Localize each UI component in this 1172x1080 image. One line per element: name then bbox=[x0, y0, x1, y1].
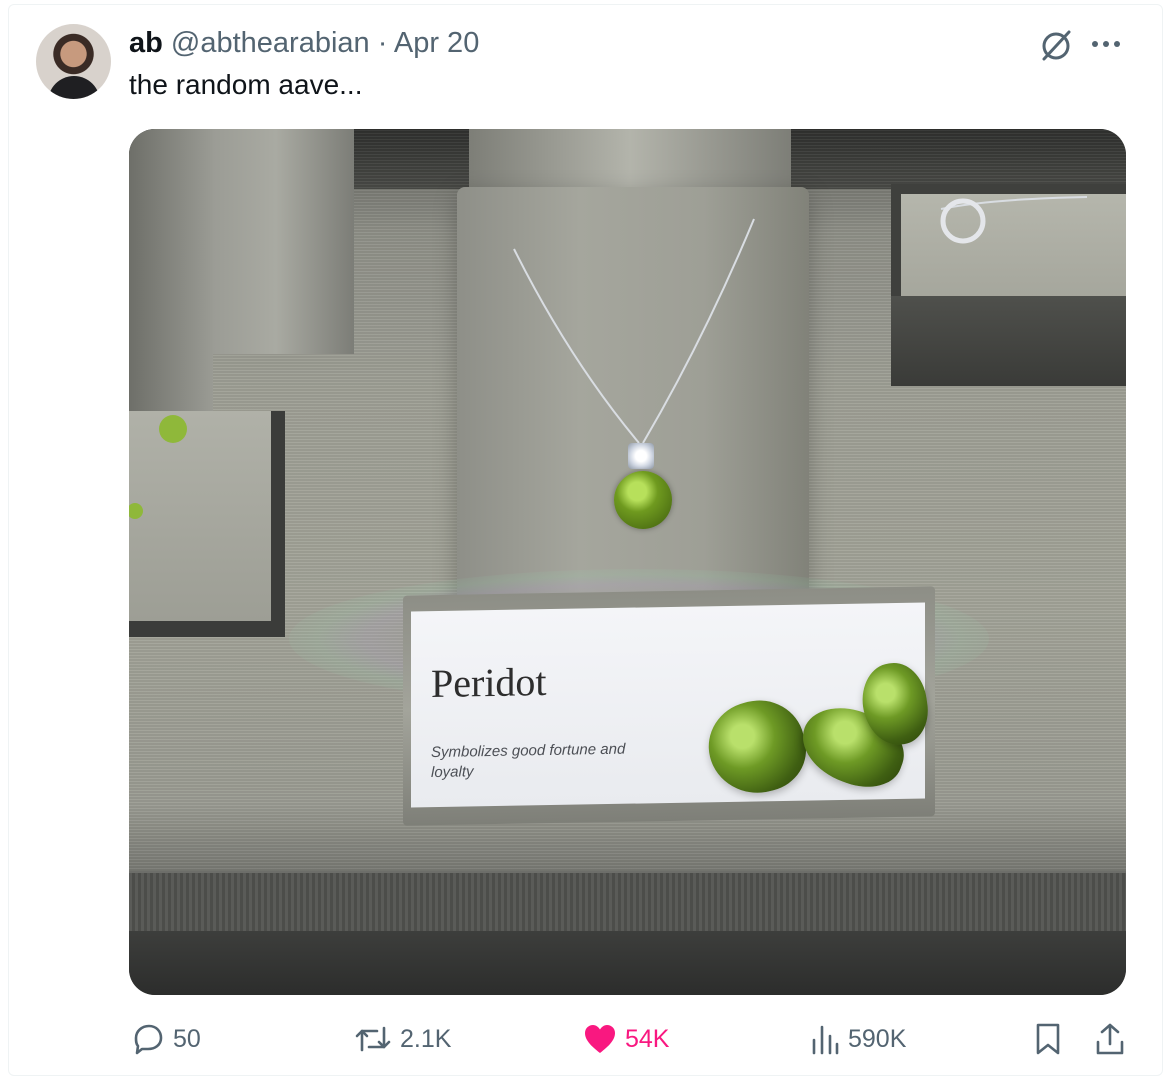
display-name[interactable]: ab bbox=[129, 27, 163, 59]
more-icon[interactable] bbox=[1088, 30, 1124, 58]
heart-filled-icon bbox=[583, 1023, 617, 1055]
peridot-pendant bbox=[614, 471, 672, 529]
bookmark-icon bbox=[1034, 1022, 1062, 1056]
share-icon bbox=[1094, 1022, 1126, 1056]
necklace-chain bbox=[129, 196, 1088, 519]
repost-button[interactable]: 2.1K bbox=[354, 1014, 451, 1064]
counter-edge bbox=[129, 871, 1126, 933]
like-button[interactable]: 54K bbox=[583, 1014, 669, 1064]
views-button[interactable]: 590K bbox=[810, 1014, 906, 1064]
like-count: 54K bbox=[625, 1024, 670, 1053]
share-button[interactable] bbox=[1094, 1014, 1126, 1064]
tweet-date[interactable]: Apr 20 bbox=[394, 27, 479, 59]
tweet-photo[interactable]: Peridot Symbolizes good fortune and loya… bbox=[129, 129, 1126, 995]
repost-icon bbox=[354, 1022, 392, 1056]
avatar[interactable] bbox=[36, 24, 111, 99]
user-handle[interactable]: @abthearabian bbox=[171, 27, 370, 59]
tweet-header: ab @abthearabian · Apr 20 bbox=[129, 26, 479, 60]
tweet-text: the random aave... bbox=[129, 69, 363, 100]
views-icon bbox=[810, 1023, 840, 1055]
sign-title: Peridot bbox=[431, 658, 547, 707]
diamond-accent bbox=[628, 443, 654, 469]
reply-button[interactable]: 50 bbox=[131, 1014, 201, 1064]
counter-bottom bbox=[129, 931, 1126, 995]
bookmark-button[interactable] bbox=[1034, 1014, 1062, 1064]
view-count: 590K bbox=[848, 1024, 907, 1053]
grok-icon[interactable] bbox=[1037, 26, 1075, 64]
action-bar: 50 2.1K 54K 590K bbox=[0, 1014, 1172, 1064]
reply-count: 50 bbox=[173, 1024, 201, 1053]
separator-dot: · bbox=[377, 27, 388, 59]
reply-icon bbox=[131, 1022, 165, 1056]
sign-subtitle: Symbolizes good fortune and loyalty bbox=[431, 740, 626, 782]
repost-count: 2.1K bbox=[400, 1024, 452, 1053]
